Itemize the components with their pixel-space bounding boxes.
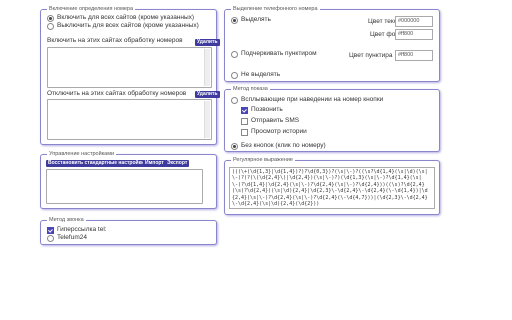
radio-enable-all-control[interactable] — [47, 14, 54, 22]
bg-color-input[interactable]: #ff800 — [395, 29, 433, 40]
highlight-panel: Выделение телефонного номера Выделять Цв… — [224, 5, 440, 82]
telefum-radio[interactable] — [47, 234, 54, 242]
radio-disable-all[interactable]: Выключить для всех сайтов (кроме указанн… — [47, 22, 199, 30]
detection-panel: Включение определения номера Включить дл… — [40, 5, 220, 145]
radio-enable-all[interactable]: Включить для всех сайтов (кроме указанны… — [47, 14, 194, 22]
disable-sites-label: Отключить на этих сайтах обработку номер… — [47, 90, 187, 97]
regex-legend: Регулярное выражение — [231, 156, 295, 164]
settings-textarea[interactable] — [46, 169, 203, 204]
call-checkbox[interactable] — [241, 106, 248, 114]
option-highlight[interactable]: Выделять — [231, 16, 271, 24]
enable-sites-label: Включить на этих сайтах обработку номеро… — [47, 37, 183, 44]
option-click-radio[interactable] — [231, 142, 238, 150]
disable-list-scrollbar[interactable] — [204, 101, 210, 138]
clear-enable-list-button[interactable]: Удалить — [195, 39, 220, 46]
restore-defaults-button[interactable]: Восстановить стандартные настройки — [46, 160, 147, 167]
call-method-panel: Метод звонка Гиперссылка tel: Telefum24 — [40, 216, 217, 245]
option-hover-label: Всплывающие при наведении на номер кнопк… — [241, 96, 384, 103]
underline-color-input[interactable]: #ff800 — [395, 50, 433, 61]
button-call-option[interactable]: Позвонить — [241, 106, 283, 114]
sms-checkbox[interactable] — [241, 117, 248, 125]
option-hover-radio[interactable] — [231, 96, 238, 104]
detection-legend: Включение определения номера — [47, 5, 136, 13]
option-underline-label: Подчеркивать пунктиром — [241, 50, 317, 57]
option-no-highlight-label: Не выделять — [241, 71, 281, 78]
regex-textarea[interactable]: (((\+(\d{1,3}|\d{1,4})?)?\d{0,3})?(\s|\-… — [229, 167, 435, 209]
button-history-option[interactable]: Просмотр истории — [241, 128, 307, 136]
call-method-legend: Метод звонка — [47, 216, 86, 224]
enable-list-scrollbar[interactable] — [204, 49, 210, 86]
settings-panel: Управление настройками Восстановить стан… — [40, 150, 217, 209]
option-no-highlight[interactable]: Не выделять — [231, 71, 280, 79]
hyperlink-checkbox[interactable] — [47, 226, 54, 234]
option-click-label: Без кнопок (клик по номеру) — [241, 142, 326, 149]
hyperlink-label: Гиперссылка tel: — [57, 226, 107, 233]
option-no-highlight-radio[interactable] — [231, 71, 238, 79]
sms-label: Отправить SMS — [251, 117, 300, 124]
call-method-telefum[interactable]: Telefum24 — [47, 234, 87, 242]
enable-sites-list[interactable] — [47, 47, 212, 88]
settings-legend: Управление настройками — [47, 150, 117, 158]
import-button[interactable]: Импорт — [143, 160, 166, 167]
radio-enable-all-label: Включить для всех сайтов (кроме указанны… — [57, 14, 195, 21]
history-label: Просмотр истории — [251, 128, 307, 135]
history-checkbox[interactable] — [241, 128, 248, 136]
call-label: Позвонить — [251, 106, 283, 113]
option-click-number[interactable]: Без кнопок (клик по номеру) — [231, 142, 326, 150]
radio-disable-all-label: Выключить для всех сайтов (кроме указанн… — [57, 22, 199, 29]
option-hover-buttons[interactable]: Всплывающие при наведении на номер кнопк… — [231, 96, 383, 104]
underline-color-label: Цвет пунктира — [349, 52, 393, 59]
call-method-hyperlink[interactable]: Гиперссылка tel: — [47, 226, 107, 234]
highlight-legend: Выделение телефонного номера — [231, 5, 320, 13]
option-highlight-radio[interactable] — [231, 16, 238, 24]
display-method-panel: Метод показа Всплывающие при наведении н… — [224, 85, 440, 152]
text-color-input[interactable]: #000000 — [395, 16, 433, 27]
regex-panel: Регулярное выражение (((\+(\d{1,3}|\d{1,… — [224, 156, 440, 215]
option-underline[interactable]: Подчеркивать пунктиром — [231, 50, 317, 58]
radio-disable-all-control[interactable] — [47, 22, 54, 30]
button-sms-option[interactable]: Отправить SMS — [241, 117, 299, 125]
option-underline-radio[interactable] — [231, 50, 238, 58]
display-method-legend: Метод показа — [231, 85, 270, 93]
option-highlight-label: Выделять — [241, 16, 271, 23]
disable-sites-list[interactable] — [47, 99, 212, 140]
clear-disable-list-button[interactable]: Удалить — [195, 91, 220, 98]
telefum-label: Telefum24 — [57, 234, 87, 241]
export-button[interactable]: Экспорт — [165, 160, 190, 167]
